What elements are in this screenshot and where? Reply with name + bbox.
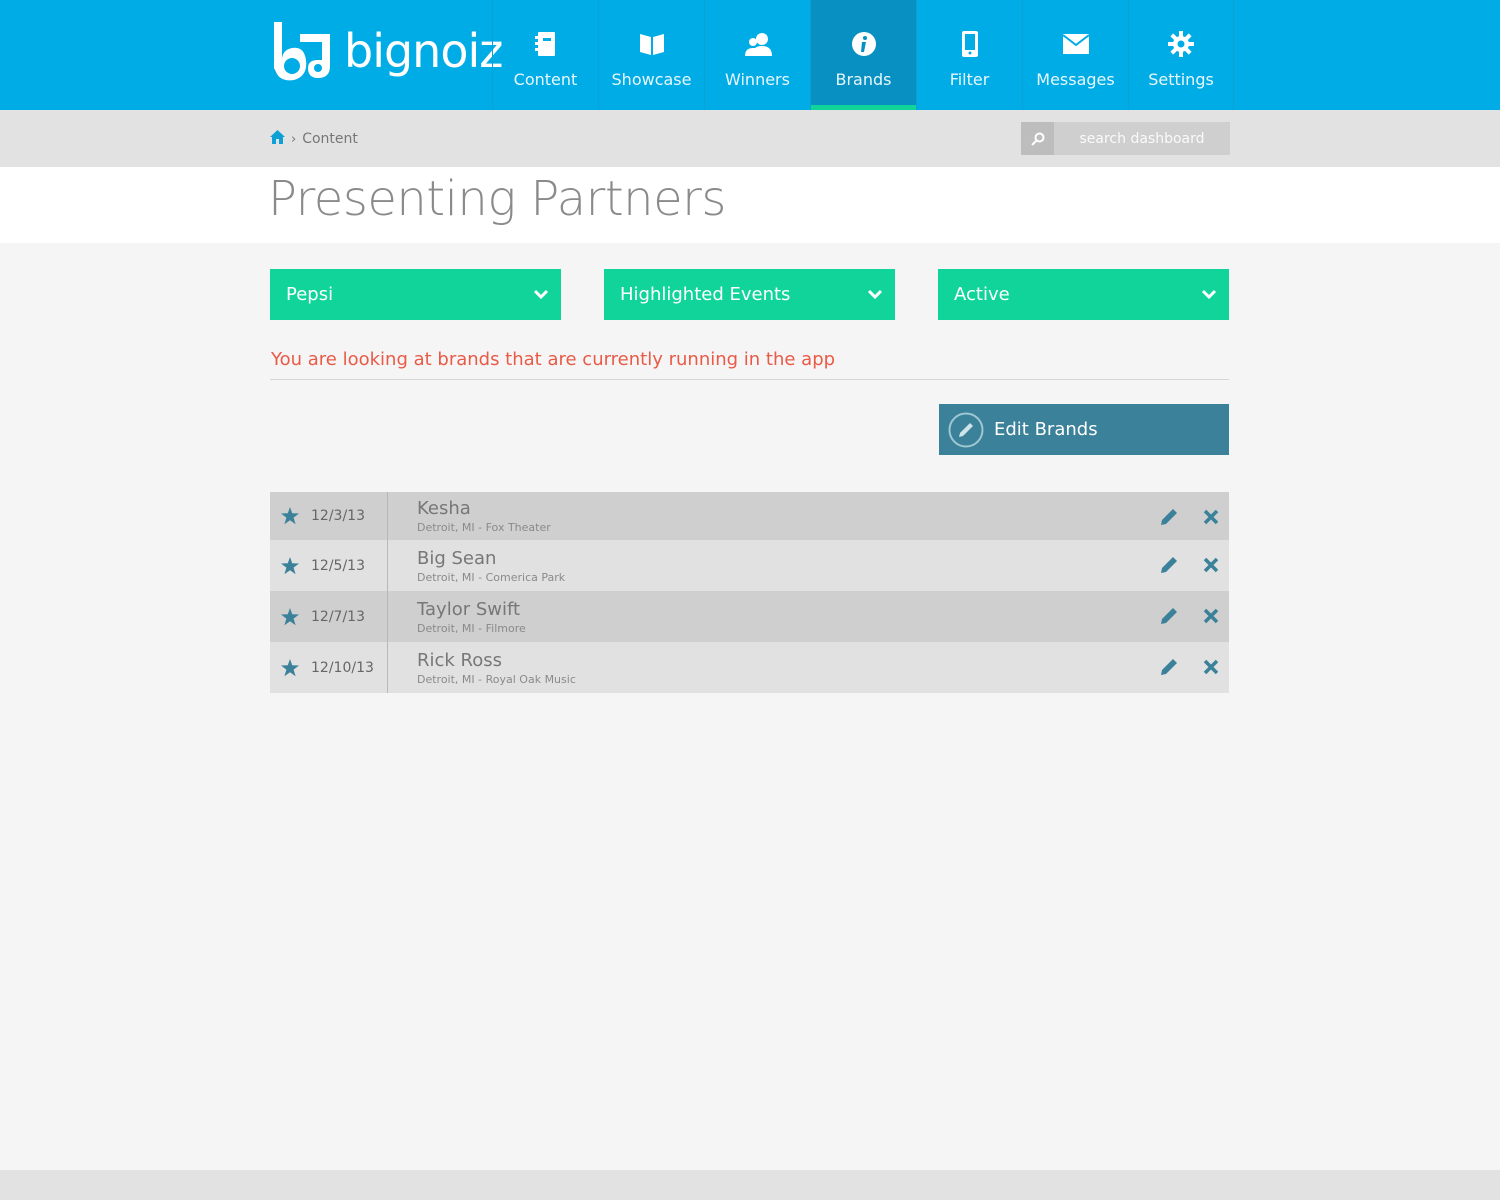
close-icon[interactable] (1202, 658, 1220, 676)
logo-text: bignoiz (344, 24, 503, 78)
chevron-down-icon (1201, 289, 1217, 300)
event-name: Kesha (417, 498, 471, 519)
nav-filter[interactable]: Filter (916, 0, 1022, 110)
event-info: Taylor Swift Detroit, MI - Filmore (417, 591, 526, 642)
nav-label: Content (513, 70, 578, 89)
event-venue: Detroit, MI - Royal Oak Music (417, 672, 576, 686)
nav-label: Filter (949, 70, 990, 89)
event-name: Rick Ross (417, 649, 503, 671)
breadcrumb: › Content (270, 130, 358, 148)
event-info: Kesha Detroit, MI - Fox Theater (417, 492, 551, 540)
nav-winners[interactable]: Winners (704, 0, 810, 110)
search-input[interactable] (1054, 122, 1230, 155)
info-icon (850, 30, 878, 58)
open-book-icon (638, 30, 666, 58)
event-name: Taylor Swift (417, 598, 521, 620)
table-row[interactable]: 12/10/13 Rick Ross Detroit, MI - Royal O… (270, 642, 1229, 693)
event-venue: Detroit, MI - Filmore (417, 621, 526, 635)
phone-icon (956, 30, 984, 58)
page-title: Presenting Partners (268, 171, 726, 227)
envelope-icon (1062, 30, 1090, 58)
brand-select[interactable]: Pepsi (270, 269, 561, 320)
nav-content[interactable]: Content (492, 0, 598, 110)
table-row[interactable]: 12/5/13 Big Sean Detroit, MI - Comerica … (270, 540, 1229, 591)
event-date: 12/3/13 (311, 508, 365, 524)
event-info: Rick Ross Detroit, MI - Royal Oak Music (417, 642, 576, 693)
nav-label: Brands (835, 70, 892, 89)
status-select-value: Active (954, 284, 1010, 305)
title-bar: Presenting Partners (0, 167, 1500, 243)
table-row[interactable]: 12/3/13 Kesha Detroit, MI - Fox Theater (270, 492, 1229, 540)
pencil-icon[interactable] (1159, 657, 1179, 677)
close-icon[interactable] (1202, 508, 1220, 526)
status-select[interactable]: Active (938, 269, 1229, 320)
event-date: 12/7/13 (311, 608, 365, 625)
status-notice: You are looking at brands that are curre… (271, 349, 836, 370)
breadcrumb-bar: › Content (0, 110, 1500, 167)
star-icon[interactable] (281, 556, 299, 575)
chevron-down-icon (533, 289, 549, 300)
table-row[interactable]: 12/7/13 Taylor Swift Detroit, MI - Filmo… (270, 591, 1229, 642)
nav-label: Settings (1148, 70, 1214, 89)
pencil-circle-icon (948, 412, 984, 447)
category-select-value: Highlighted Events (620, 284, 791, 305)
chevron-right-icon: › (291, 131, 297, 147)
search-icon[interactable] (1021, 122, 1054, 155)
nav-label: Winners (725, 70, 790, 89)
event-name: Big Sean (417, 547, 497, 569)
date-cell: 12/10/13 (270, 642, 388, 693)
nav-label: Showcase (611, 70, 692, 89)
logo-mark-icon (274, 22, 330, 81)
search-box (1021, 122, 1230, 155)
event-date: 12/10/13 (311, 659, 374, 676)
category-select[interactable]: Highlighted Events (604, 269, 895, 320)
star-icon[interactable] (281, 607, 299, 626)
date-cell: 12/5/13 (270, 540, 388, 591)
brand-select-value: Pepsi (286, 284, 334, 305)
event-venue: Detroit, MI - Comerica Park (417, 570, 566, 584)
divider (270, 379, 1229, 380)
main-nav: Content Showcase Winners Brands Filter M… (492, 0, 1234, 110)
top-navigation-bar: bignoiz Content Showcase Winners Brands (0, 0, 1500, 110)
breadcrumb-current[interactable]: Content (302, 131, 358, 147)
date-cell: 12/3/13 (270, 492, 388, 540)
logo[interactable]: bignoiz (270, 20, 503, 88)
nav-messages[interactable]: Messages (1022, 0, 1128, 110)
pencil-icon[interactable] (1159, 606, 1179, 626)
nav-label: Messages (1036, 70, 1115, 89)
gear-icon (1167, 30, 1195, 58)
notebook-icon (532, 30, 560, 58)
pencil-icon[interactable] (1159, 507, 1179, 527)
event-date: 12/5/13 (311, 557, 365, 574)
home-icon[interactable] (270, 130, 285, 148)
nav-showcase[interactable]: Showcase (598, 0, 704, 110)
date-cell: 12/7/13 (270, 591, 388, 642)
edit-brands-button[interactable]: Edit Brands (939, 404, 1229, 455)
close-icon[interactable] (1202, 607, 1220, 625)
nav-settings[interactable]: Settings (1128, 0, 1234, 110)
event-venue: Detroit, MI - Fox Theater (417, 521, 551, 534)
pencil-icon[interactable] (1159, 555, 1179, 575)
star-icon[interactable] (281, 507, 299, 525)
star-icon[interactable] (281, 658, 299, 677)
event-info: Big Sean Detroit, MI - Comerica Park (417, 540, 565, 591)
close-icon[interactable] (1202, 556, 1220, 574)
chevron-down-icon (867, 289, 883, 300)
nav-brands[interactable]: Brands (810, 0, 916, 110)
users-icon (744, 30, 772, 58)
events-table: 12/3/13 Kesha Detroit, MI - Fox Theater … (270, 492, 1229, 693)
edit-brands-label: Edit Brands (994, 419, 1098, 440)
footer-bar (0, 1170, 1500, 1200)
